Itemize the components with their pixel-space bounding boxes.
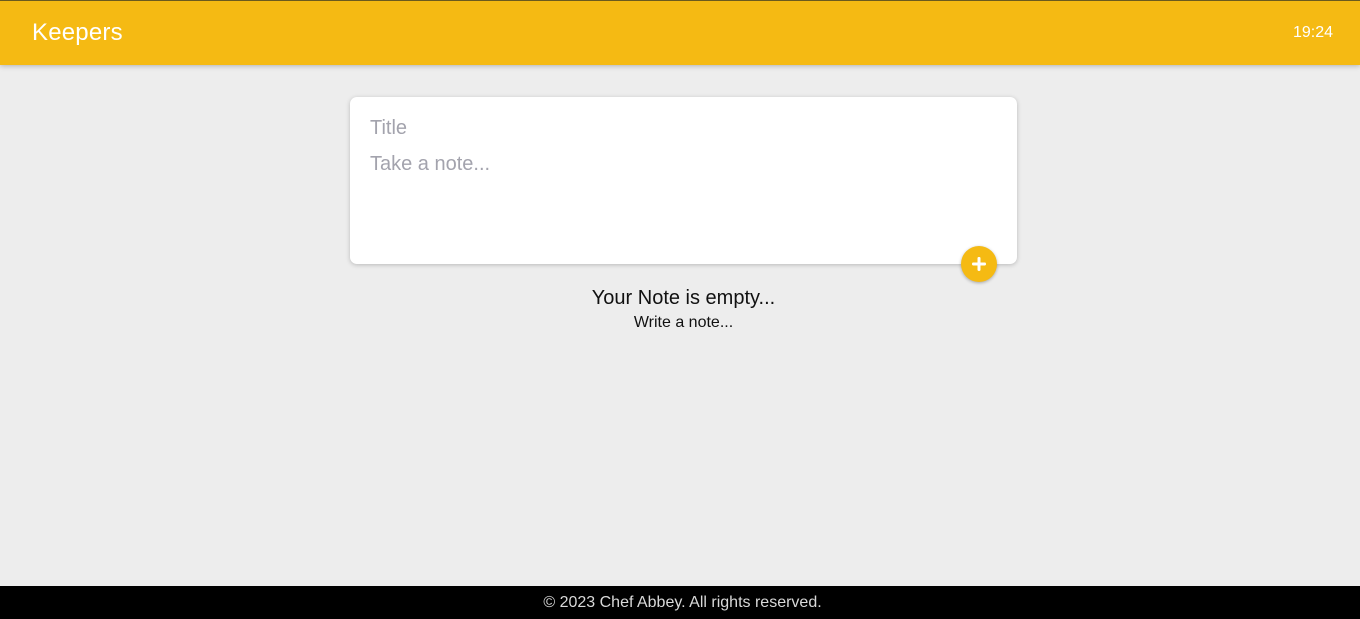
empty-notes-message: Your Note is empty... Write a note... bbox=[350, 286, 1017, 333]
empty-title: Your Note is empty... bbox=[591, 287, 776, 309]
plus-icon bbox=[970, 255, 988, 273]
copyright-text: © 2023 Chef Abbey. All rights reserved. bbox=[543, 593, 822, 611]
create-note-form bbox=[350, 97, 1017, 282]
empty-subtitle: Write a note... bbox=[633, 314, 734, 331]
clock-time: 19:24 bbox=[1292, 24, 1333, 41]
page: Keepers 19:24 Your Note is empty... Writ… bbox=[0, 0, 1360, 619]
add-note-button[interactable] bbox=[961, 246, 997, 282]
app-footer: © 2023 Chef Abbey. All rights reserved. bbox=[0, 586, 1360, 619]
app-title: Keepers bbox=[32, 19, 123, 46]
app-header: Keepers 19:24 bbox=[0, 0, 1360, 65]
note-title-input[interactable] bbox=[350, 111, 1017, 145]
note-content-input[interactable] bbox=[350, 149, 1017, 249]
